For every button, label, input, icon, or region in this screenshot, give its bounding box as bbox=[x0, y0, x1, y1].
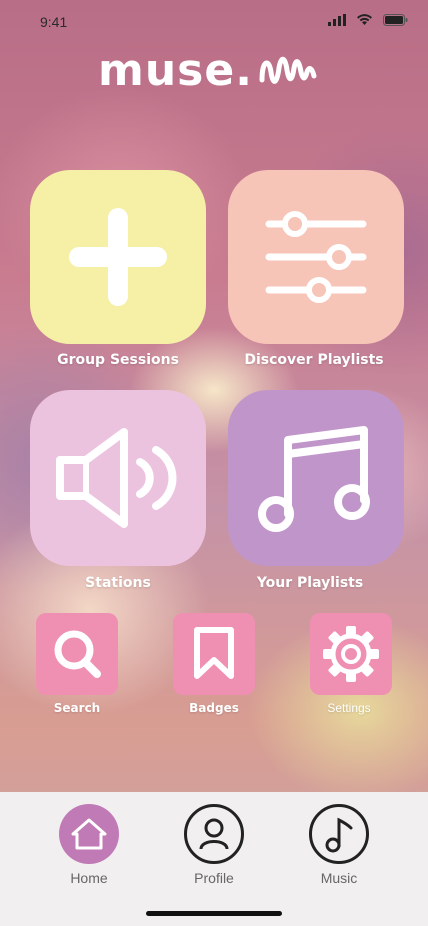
nav-home-circle[interactable] bbox=[59, 804, 119, 864]
nav-profile-label: Profile bbox=[194, 870, 234, 886]
music-note-icon bbox=[258, 426, 370, 532]
soundwave-icon bbox=[259, 56, 317, 84]
status-bar: 9:41 bbox=[0, 0, 428, 44]
settings-label: Settings bbox=[327, 701, 371, 715]
home-indicator bbox=[146, 911, 282, 916]
bookmark-icon bbox=[194, 627, 234, 679]
music-note-icon bbox=[325, 817, 353, 853]
app-logo: muse. bbox=[98, 44, 338, 96]
discover-playlists-label: Discover Playlists bbox=[244, 352, 384, 368]
badges-button[interactable] bbox=[173, 613, 255, 695]
status-icons bbox=[328, 14, 408, 26]
profile-icon bbox=[199, 818, 229, 850]
nav-music[interactable]: Music bbox=[289, 804, 389, 886]
search-button[interactable] bbox=[36, 613, 118, 695]
nav-home[interactable]: Home bbox=[39, 804, 139, 886]
home-icon bbox=[71, 818, 107, 850]
stations-label: Stations bbox=[85, 575, 151, 591]
sliders-icon bbox=[265, 211, 367, 303]
bottom-nav: Home Profile Music bbox=[0, 792, 428, 926]
group-sessions-label: Group Sessions bbox=[57, 352, 179, 368]
wifi-icon bbox=[357, 14, 372, 25]
nav-home-label: Home bbox=[70, 870, 108, 886]
settings-button[interactable] bbox=[310, 613, 392, 695]
home-screen: 9:41 muse. Group Sessions Discover Playl… bbox=[0, 0, 428, 926]
stations-tile[interactable] bbox=[30, 390, 206, 566]
logo-text: muse. bbox=[98, 44, 253, 96]
battery-icon bbox=[383, 14, 408, 26]
plus-icon bbox=[69, 208, 167, 306]
nav-profile[interactable]: Profile bbox=[164, 804, 264, 886]
badges-label: Badges bbox=[189, 701, 239, 715]
status-time: 9:41 bbox=[40, 14, 68, 30]
signal-icon bbox=[328, 14, 346, 26]
gear-icon bbox=[323, 626, 379, 682]
group-sessions-tile[interactable] bbox=[30, 170, 206, 344]
search-icon bbox=[54, 630, 101, 678]
discover-playlists-tile[interactable] bbox=[228, 170, 404, 344]
your-playlists-tile[interactable] bbox=[228, 390, 404, 566]
nav-music-circle[interactable] bbox=[309, 804, 369, 864]
your-playlists-label: Your Playlists bbox=[256, 575, 364, 591]
nav-music-label: Music bbox=[320, 870, 358, 886]
nav-profile-circle[interactable] bbox=[184, 804, 244, 864]
speaker-icon bbox=[56, 428, 177, 528]
search-label: Search bbox=[53, 701, 101, 715]
